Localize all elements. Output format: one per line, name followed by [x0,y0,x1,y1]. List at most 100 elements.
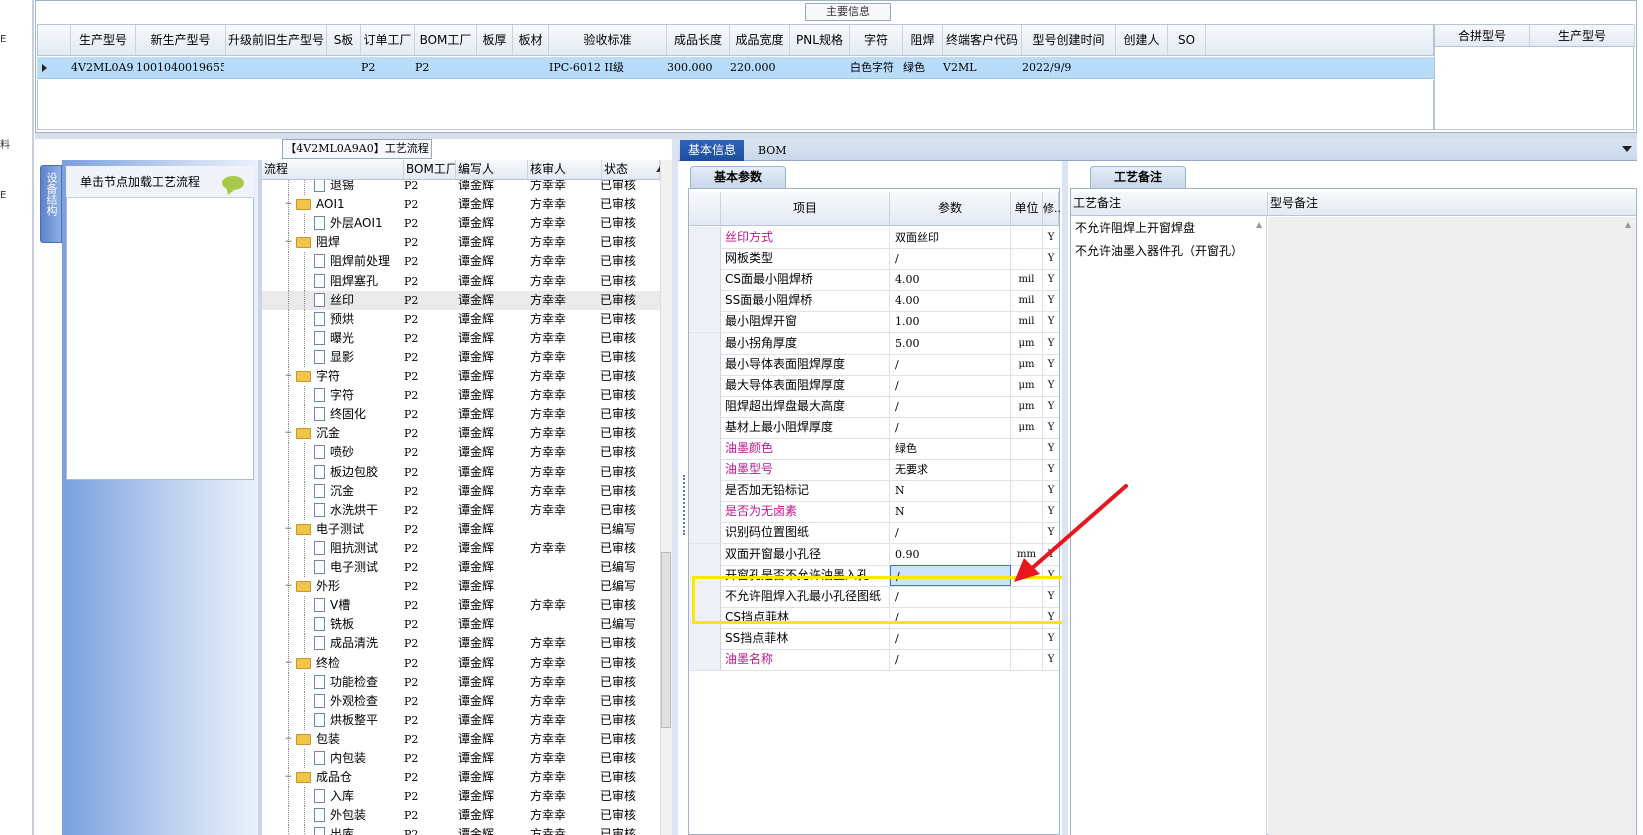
scroll-up-icon[interactable]: ▲ [1256,220,1264,229]
param-row[interactable]: 基材上最小阻焊厚度 / μm Y [689,416,1059,439]
process-tree-row[interactable]: − 终检 P2 谭金辉 方幸幸 已审核 [262,653,660,673]
collapse-icon[interactable]: − [284,658,293,668]
collapse-icon[interactable]: − [284,372,293,381]
param-row[interactable]: 油墨颜色 绿色 Y [689,438,1059,460]
process-tree-row[interactable]: 出库 P2 谭金辉 方幸幸 已审核 [262,825,660,835]
main-column-header[interactable]: 终端客户代码 [943,25,1022,55]
process-tree-row[interactable]: 阻抗测试 P2 谭金辉 方幸幸 已审核 [262,538,660,558]
process-tree-row[interactable]: 烘板整平 P2 谭金辉 方幸幸 已审核 [262,710,660,730]
param-value-field[interactable]: 5.00 [890,332,1011,354]
process-tree-scroll-thumb[interactable] [661,552,671,728]
param-row[interactable]: 最小拐角厚度 5.00 μm Y [689,332,1059,355]
param-row[interactable]: SS挡点菲林 / Y [689,627,1059,650]
main-column-header[interactable]: SO [1168,25,1206,55]
process-tree-row[interactable]: 曝光 P2 谭金辉 方幸幸 已审核 [262,328,660,348]
param-value-field[interactable]: / [890,627,1011,649]
collapse-icon[interactable]: − [284,773,293,782]
middle-splitter[interactable] [672,139,678,835]
process-column-header[interactable]: 状态 [602,160,660,179]
main-column-header[interactable]: BOM工厂 [415,25,477,55]
production-model-column-header[interactable]: 生产型号 [1530,25,1635,47]
collapse-icon[interactable]: − [284,200,293,209]
param-value-field[interactable]: 0.90 [890,543,1011,565]
process-column-header[interactable]: 核审人 [528,160,602,179]
param-row[interactable]: 丝印方式 双面丝印 Y [689,227,1059,249]
process-tree-row[interactable]: − 电子测试 P2 谭金辉 已编写 [262,519,660,539]
process-tree-row[interactable]: 阻焊前处理 P2 谭金辉 方幸幸 已审核 [262,252,660,272]
param-row[interactable]: 油墨名称 / Y [689,649,1059,671]
param-value-field[interactable]: / [890,395,1011,417]
process-tree-row[interactable]: − 包装 P2 谭金辉 方幸幸 已审核 [262,729,660,749]
collapse-icon[interactable]: − [284,524,293,534]
main-column-header[interactable]: 板材 [513,25,549,55]
process-tree-row[interactable]: 外层AOI1 P2 谭金辉 方幸幸 已审核 [262,214,660,234]
process-tree-row[interactable]: 外观检查 P2 谭金辉 方幸幸 已审核 [262,691,660,711]
process-notes-header[interactable]: 工艺备注 [1071,192,1268,215]
param-value-field[interactable]: / [890,416,1011,438]
param-value-field[interactable]: 4.00 [890,290,1011,312]
param-value-field[interactable]: / [890,374,1011,396]
process-tree-row[interactable]: − 阻焊 P2 谭金辉 方幸幸 已审核 [262,233,660,253]
param-value-field[interactable]: 双面丝印 [890,227,1011,248]
process-tree-row[interactable]: − 外形 P2 谭金辉 已编写 [262,577,660,597]
main-grid-row[interactable]: 4V2ML0A9A010010400196553 P2 P2 IPC-6012 II级… [37,57,1434,79]
model-notes-text[interactable]: ▲ [1268,217,1636,835]
tab-dropdown-icon[interactable] [1622,146,1632,152]
node-list-box[interactable] [66,166,254,480]
collapse-icon[interactable]: − [284,734,293,744]
process-column-header[interactable]: 编写人 [456,160,528,179]
param-row[interactable]: 最小导体表面阻焊厚度 / μm Y [689,353,1059,376]
tab-basic-params[interactable]: 基本参数 [690,166,786,188]
param-row[interactable]: CS面最小阻焊桥 4.00 mil Y [689,269,1059,292]
params-unit-header[interactable]: 单位 [1011,192,1043,225]
process-tree-row[interactable]: 板边包胶 P2 谭金辉 方幸幸 已审核 [262,462,660,482]
param-value-field[interactable]: / [890,353,1011,375]
param-value-field[interactable]: / [890,248,1011,270]
params-item-header[interactable]: 项目 [721,192,890,225]
main-column-header[interactable]: 验收标准 [549,25,667,55]
tab-basic-info[interactable]: 基本信息 [680,140,744,161]
main-column-header[interactable]: 成品宽度 [730,25,790,55]
main-column-header[interactable]: 创建人 [1116,25,1168,55]
process-column-header[interactable]: 流程 [262,160,404,179]
main-column-header[interactable]: 字符 [850,25,903,55]
main-column-header[interactable]: 生产型号 [71,25,136,55]
process-tree-row[interactable]: 功能检查 P2 谭金辉 方幸幸 已审核 [262,672,660,692]
process-tree-scrollbar[interactable] [660,160,672,835]
param-row[interactable]: SS面最小阻焊桥 4.00 mil Y [689,290,1059,313]
param-row[interactable]: 网板类型 / Y [689,248,1059,271]
process-tree-row[interactable]: 铣板 P2 谭金辉 已编写 [262,615,660,635]
main-column-header[interactable]: 阻焊 [903,25,943,55]
main-column-header[interactable]: S板 [327,25,361,55]
tab-bom[interactable]: BOM [758,140,787,161]
collapse-icon[interactable]: − [284,429,293,438]
main-column-header[interactable]: 新生产型号 [136,25,226,55]
process-tree-row[interactable]: 外包装 P2 谭金辉 方幸幸 已审核 [262,806,660,826]
param-value-field[interactable]: N [890,480,1011,502]
main-column-header[interactable]: PNL规格 [790,25,850,55]
param-row[interactable]: 阻焊超出焊盘最大高度 / μm Y [689,395,1059,418]
process-tree-row[interactable]: 字符 P2 谭金辉 方幸幸 已审核 [262,386,660,406]
process-tree-row[interactable]: 阻焊塞孔 P2 谭金辉 方幸幸 已审核 [262,271,660,291]
param-value-field[interactable]: / [890,522,1011,544]
param-value-field[interactable]: 无要求 [890,459,1011,481]
main-column-header[interactable]: 订单工厂 [361,25,415,55]
process-tree-row[interactable]: 入库 P2 谭金辉 方幸幸 已审核 [262,787,660,807]
process-tree-row[interactable]: 电子测试 P2 谭金辉 已编写 [262,558,660,577]
process-column-header[interactable]: BOM工厂 [404,160,456,179]
process-tree-row[interactable]: 水洗烘干 P2 谭金辉 方幸幸 已审核 [262,500,660,520]
params-modify-header[interactable]: 修... [1043,192,1065,225]
process-tree-row[interactable]: 沉金 P2 谭金辉 方幸幸 已审核 [262,481,660,501]
process-tree-row[interactable]: 预烘 P2 谭金辉 方幸幸 已审核 [262,309,660,329]
params-value-header[interactable]: 参数 [890,192,1011,225]
model-notes-header[interactable]: 型号备注 [1268,192,1636,215]
process-tree-row[interactable]: 丝印 P2 谭金辉 方幸幸 已审核 [262,290,660,310]
param-value-field[interactable]: 1.00 [890,311,1011,333]
main-column-header[interactable]: 成品长度 [667,25,730,55]
param-value-field[interactable]: 绿色 [890,438,1011,459]
collapse-icon[interactable]: − [284,582,293,591]
process-tree-row[interactable]: 终固化 P2 谭金辉 方幸幸 已审核 [262,405,660,425]
process-tree-row[interactable]: − 成品仓 P2 谭金辉 方幸幸 已审核 [262,768,660,788]
param-value-field[interactable]: / [890,649,1011,670]
main-column-header[interactable]: 板厚 [477,25,513,55]
